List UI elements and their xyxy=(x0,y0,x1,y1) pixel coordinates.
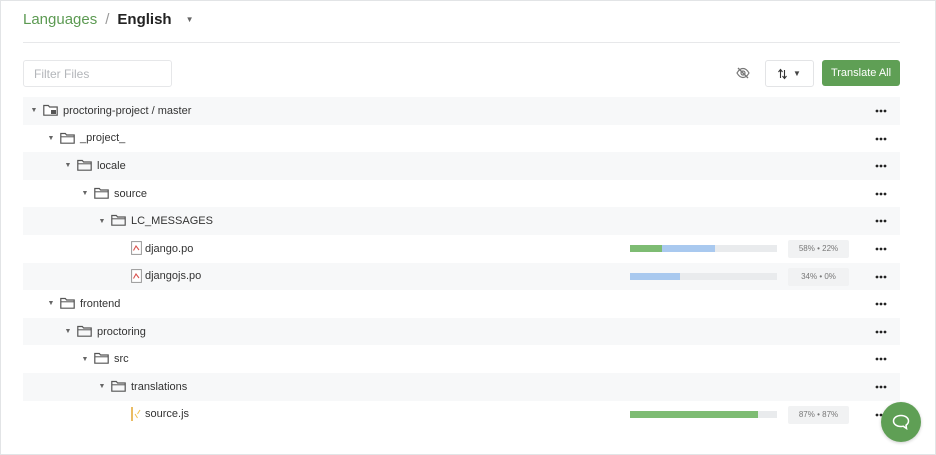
file-row[interactable]: djangojs.po 34% • 0% xyxy=(23,262,900,291)
more-options-button[interactable] xyxy=(874,296,888,312)
language-dropdown-caret-icon[interactable]: ▼ xyxy=(186,15,194,24)
more-options-button[interactable] xyxy=(874,379,888,395)
folder-icon xyxy=(111,380,126,392)
header-divider xyxy=(23,42,900,43)
progress-stats-badge: 34% • 0% xyxy=(788,267,849,286)
folder-icon xyxy=(60,297,75,309)
folder-name[interactable]: proctoring-project / master xyxy=(63,105,191,117)
ellipsis-icon xyxy=(875,385,887,389)
ellipsis-icon xyxy=(875,164,887,168)
expand-toggle-icon[interactable]: ▼ xyxy=(63,162,73,169)
ellipsis-icon xyxy=(875,219,887,223)
more-options-button[interactable] xyxy=(874,351,888,367)
translated-progress-fill xyxy=(630,410,758,418)
sort-arrows-icon xyxy=(778,68,787,79)
translation-progress-bar xyxy=(630,244,777,252)
folder-icon xyxy=(94,352,109,365)
folder-name[interactable]: LC_MESSAGES xyxy=(131,215,213,227)
expand-toggle-icon[interactable]: ▼ xyxy=(46,135,56,142)
file-name[interactable]: source.js xyxy=(145,408,189,420)
expand-toggle-icon[interactable]: ▼ xyxy=(29,107,39,114)
ellipsis-icon xyxy=(875,137,887,140)
more-options-button[interactable] xyxy=(874,269,888,285)
folder-name[interactable]: src xyxy=(114,353,129,365)
folder-row[interactable]: ▼ LC_MESSAGES xyxy=(23,207,900,235)
folder-name[interactable]: locale xyxy=(97,160,126,172)
folder-icon xyxy=(77,325,92,337)
folder-row[interactable]: ▼ source xyxy=(23,180,900,208)
folder-icon xyxy=(77,159,92,171)
expand-toggle-icon[interactable]: ▼ xyxy=(63,328,73,335)
file-name[interactable]: django.po xyxy=(145,243,193,255)
ellipsis-icon xyxy=(875,109,887,113)
suggested-progress-fill xyxy=(662,244,716,252)
folder-name[interactable]: translations xyxy=(131,381,187,393)
file-row[interactable]: django.po 58% • 22% xyxy=(23,235,900,263)
po-file-icon xyxy=(131,268,142,283)
folder-row[interactable]: ▼ translations xyxy=(23,372,900,401)
progress-stats-badge: 87% • 87% xyxy=(788,405,849,424)
ellipsis-icon xyxy=(875,330,887,334)
breadcrumb: Languages / English ▼ xyxy=(23,8,194,30)
more-options-button[interactable] xyxy=(874,131,888,147)
ellipsis-icon xyxy=(875,247,887,251)
js-file-icon xyxy=(131,406,142,421)
file-row[interactable]: source.js 87% • 87% xyxy=(23,401,900,429)
ellipsis-icon xyxy=(875,192,887,196)
folder-row[interactable]: ▼ frontend xyxy=(23,290,900,318)
folder-icon xyxy=(94,187,109,199)
sort-button[interactable]: ▼ xyxy=(765,60,814,87)
suggested-progress-fill xyxy=(630,272,680,280)
translation-progress-bar xyxy=(630,272,777,280)
folder-name[interactable]: frontend xyxy=(80,298,120,310)
ellipsis-icon xyxy=(875,302,887,306)
eye-slash-icon xyxy=(736,67,750,79)
chat-bubble-icon xyxy=(892,414,910,430)
more-options-button[interactable] xyxy=(874,186,888,202)
more-options-button[interactable] xyxy=(874,103,888,119)
breadcrumb-separator: / xyxy=(105,10,110,28)
expand-toggle-icon[interactable]: ▼ xyxy=(97,218,107,225)
help-chat-button[interactable] xyxy=(881,402,921,442)
more-options-button[interactable] xyxy=(874,324,888,340)
sort-caret-icon: ▼ xyxy=(793,69,801,78)
folder-name[interactable]: source xyxy=(114,188,147,200)
folder-row[interactable]: ▼ locale xyxy=(23,152,900,180)
progress-stats-badge: 58% • 22% xyxy=(788,239,849,258)
folder-row[interactable]: ▼ src xyxy=(23,345,900,373)
ellipsis-icon xyxy=(875,357,887,361)
expand-toggle-icon[interactable]: ▼ xyxy=(80,356,90,363)
po-file-icon xyxy=(131,241,142,255)
file-name[interactable]: djangojs.po xyxy=(145,270,201,282)
translate-all-button[interactable]: Translate All xyxy=(822,60,900,86)
more-options-button[interactable] xyxy=(874,158,888,174)
more-options-button[interactable] xyxy=(874,241,888,257)
expand-toggle-icon[interactable]: ▼ xyxy=(46,300,56,307)
folder-icon xyxy=(111,214,126,227)
folder-row[interactable]: ▼ _project_ xyxy=(23,125,900,153)
breadcrumb-current-language: English xyxy=(117,10,172,28)
filter-files-input[interactable] xyxy=(23,60,172,87)
folder-icon xyxy=(60,132,75,144)
file-tree: ▼ proctoring-project / master ▼ _project_ ▼ l… xyxy=(23,97,900,428)
breadcrumb-languages-link[interactable]: Languages xyxy=(23,11,97,28)
expand-toggle-icon[interactable]: ▼ xyxy=(97,383,107,390)
folder-row[interactable]: ▼ proctoring xyxy=(23,317,900,346)
folder-row[interactable]: ▼ proctoring-project / master xyxy=(23,97,900,125)
folder-name[interactable]: proctoring xyxy=(97,326,146,338)
folder-name[interactable]: _project_ xyxy=(80,132,125,144)
project-folder-icon xyxy=(43,104,58,116)
more-options-button[interactable] xyxy=(874,213,888,229)
translation-progress-bar xyxy=(630,410,777,418)
translated-progress-fill xyxy=(630,244,663,252)
toggle-visibility-button[interactable] xyxy=(733,64,753,82)
expand-toggle-icon[interactable]: ▼ xyxy=(80,190,90,197)
ellipsis-icon xyxy=(875,275,887,278)
